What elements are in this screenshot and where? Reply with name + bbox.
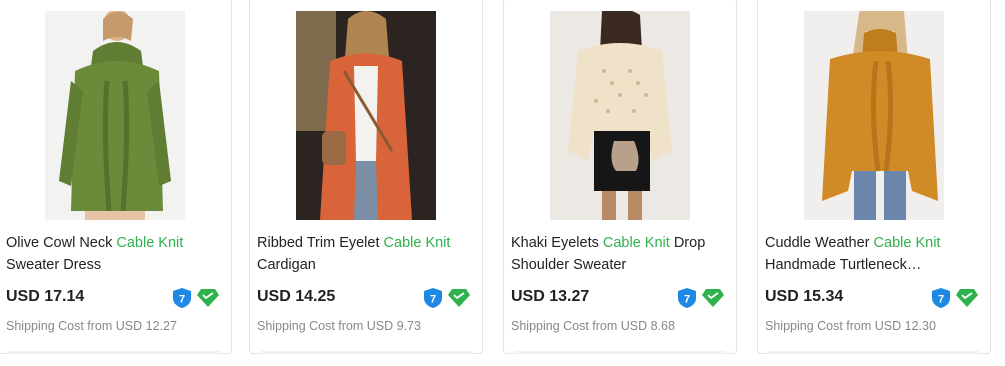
- svg-text:7: 7: [430, 294, 436, 306]
- product-card[interactable]: Olive Cowl Neck Cable Knit Sweater Dress…: [0, 0, 232, 354]
- product-price: USD 17.14: [6, 288, 85, 305]
- title-highlight: Cable Knit: [116, 235, 184, 251]
- shipping-cost: Shipping Cost from USD 8.68: [511, 319, 675, 333]
- badge-group: 7: [173, 288, 219, 308]
- title-highlight: Cable Knit: [873, 235, 941, 251]
- shield-icon: 7: [932, 288, 950, 308]
- title-highlight: Cable Knit: [383, 235, 451, 251]
- card-footer-strip: [9, 351, 221, 354]
- badge-group: 7: [932, 288, 978, 308]
- product-image[interactable]: [296, 11, 436, 220]
- svg-text:7: 7: [684, 294, 690, 306]
- diamond-icon: [448, 289, 470, 307]
- title-highlight: Cable Knit: [602, 235, 670, 251]
- diamond-icon: [197, 289, 219, 307]
- product-title[interactable]: Khaki Eyelets Cable Knit Drop Shoulder S…: [511, 232, 733, 276]
- shield-icon: 7: [173, 288, 191, 308]
- product-card[interactable]: Ribbed Trim Eyelet Cable Knit Cardigan U…: [249, 0, 483, 354]
- product-grid: Olive Cowl Neck Cable Knit Sweater Dress…: [0, 0, 1005, 366]
- product-image[interactable]: [550, 11, 690, 220]
- card-footer-strip: [768, 351, 980, 354]
- shipping-cost: Shipping Cost from USD 9.73: [257, 319, 421, 333]
- card-footer-strip: [260, 351, 472, 354]
- svg-text:7: 7: [938, 294, 944, 306]
- badge-group: 7: [424, 288, 470, 308]
- product-price: USD 13.27: [511, 288, 590, 305]
- diamond-icon: [702, 289, 724, 307]
- shield-icon: 7: [424, 288, 442, 308]
- product-image[interactable]: [804, 11, 944, 220]
- svg-text:7: 7: [179, 294, 185, 306]
- product-card[interactable]: Khaki Eyelets Cable Knit Drop Shoulder S…: [503, 0, 737, 354]
- shipping-cost: Shipping Cost from USD 12.30: [765, 319, 936, 333]
- shield-icon: 7: [678, 288, 696, 308]
- product-title[interactable]: Cuddle Weather Cable Knit Handmade Turtl…: [765, 232, 987, 276]
- product-price: USD 14.25: [257, 288, 336, 305]
- product-image[interactable]: [45, 11, 185, 220]
- badge-group: 7: [678, 288, 724, 308]
- card-footer-strip: [514, 351, 726, 354]
- shipping-cost: Shipping Cost from USD 12.27: [6, 319, 177, 333]
- diamond-icon: [956, 289, 978, 307]
- product-title[interactable]: Ribbed Trim Eyelet Cable Knit Cardigan: [257, 232, 479, 276]
- product-title[interactable]: Olive Cowl Neck Cable Knit Sweater Dress: [6, 232, 228, 276]
- product-card[interactable]: Cuddle Weather Cable Knit Handmade Turtl…: [757, 0, 991, 354]
- product-price: USD 15.34: [765, 288, 844, 305]
